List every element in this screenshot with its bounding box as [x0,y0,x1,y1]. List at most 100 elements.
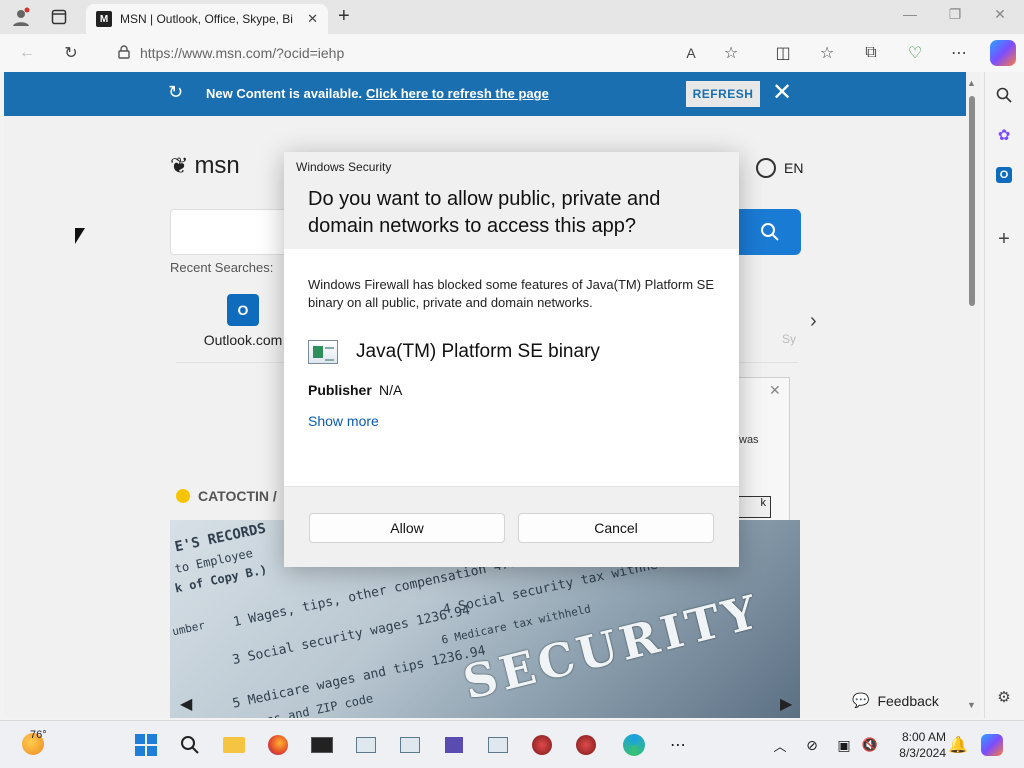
window-close-icon[interactable]: ✕ [988,6,1012,23]
background-dialog-close-icon[interactable]: ✕ [769,382,781,399]
taskbar-clock[interactable]: 8:00 AM 8/3/2024 [880,729,946,761]
tray-chevron-icon[interactable]: ︿ [766,731,794,759]
network-app-icon[interactable] [440,731,468,759]
edge-sidebar: ✿ O + ⚙ [984,72,1024,718]
cancel-button[interactable]: Cancel [518,513,714,543]
tab-title: MSN | Outlook, Office, Skype, Bi [120,12,293,26]
scroll-down-icon[interactable]: ▼ [967,700,976,710]
faded-tile-label[interactable]: Sy [782,332,796,346]
refresh-link[interactable]: Click here to refresh the page [366,86,549,101]
blocked-app-name: Java(TM) Platform SE binary [356,341,600,362]
feedback-icon: 💬 [852,692,870,708]
refresh-button[interactable]: REFRESH [686,81,760,107]
new-content-banner: ↻ New Content is available. Click here to… [4,72,966,116]
edge-icon[interactable] [620,731,648,759]
address-bar[interactable]: https://www.msn.com/?ocid=iehp [110,38,750,68]
weather-location-label: CATOCTIN / [198,488,277,504]
weather-temperature: 76° [30,729,47,741]
mouse-cursor [75,228,85,244]
start-button[interactable] [132,731,160,759]
globe-icon [756,158,776,178]
allow-button[interactable]: Allow [309,513,505,543]
split-screen-icon[interactable]: ◫ [772,42,794,64]
profile-icon[interactable] [10,6,32,28]
favorites-icon[interactable]: ☆ [816,42,838,64]
msn-logo[interactable]: ❦ msn [170,152,240,180]
url-text: https://www.msn.com/?ocid=iehp [140,45,345,61]
copilot-taskbar-icon[interactable] [978,731,1006,759]
back-icon[interactable]: ← [16,42,38,64]
tray-network-icon[interactable]: ⊘ [798,731,826,759]
file-explorer-icon[interactable] [220,731,248,759]
notifications-bell-icon[interactable]: 🔔 [944,731,972,759]
taskbar-search-icon[interactable] [176,731,204,759]
windows-taskbar: 76° ⋯ ︿ ⊘ ▣ 🔇 8:00 AM 8/3/2024 🔔 [0,720,1024,768]
banner-message: New Content is available. Click here to r… [206,86,549,101]
clock-date: 8/3/2024 [899,746,946,760]
hero-text: E'S RECORDS [173,520,268,556]
hero-next-icon[interactable]: ▶ [780,694,792,714]
msn-logo-text: msn [194,152,240,179]
refresh-icon: ↻ [168,82,184,102]
more-options-icon[interactable]: ⋯ [948,42,970,64]
sun-icon [176,489,190,503]
hero-text: umber [171,618,207,639]
dialog-body-text: Windows Firewall has blocked some featur… [308,277,715,310]
tiles-next-chevron-icon[interactable]: › [810,310,817,333]
app-window-icon[interactable] [484,731,512,759]
hero-prev-icon[interactable]: ◀ [180,694,192,714]
weather-location[interactable]: CATOCTIN / [176,488,277,504]
app-window-icon[interactable] [396,731,424,759]
address-toolbar: ← ↻ https://www.msn.com/?ocid=iehp A ☆ ◫… [0,34,1024,72]
language-selector[interactable]: EN [756,158,803,178]
copilot-icon[interactable] [990,40,1016,66]
read-aloud-icon[interactable]: A [680,42,702,64]
clock-time: 8:00 AM [901,730,946,744]
app-red-icon[interactable] [528,731,556,759]
tab-actions-icon[interactable] [48,6,70,28]
java-app-icon [308,340,338,364]
outlook-icon: O [227,294,259,326]
browser-essentials-icon[interactable]: ♡ [904,42,926,64]
reload-icon[interactable]: ↻ [60,42,82,64]
sidebar-search-icon[interactable] [993,84,1015,106]
feedback-button[interactable]: 💬 Feedback [846,690,945,711]
publisher-value: N/A [379,382,403,398]
windows-security-dialog: Windows Security Do you want to allow pu… [284,152,739,567]
scroll-up-icon[interactable]: ▲ [967,78,976,88]
taskbar-overflow-icon[interactable]: ⋯ [664,731,692,759]
favorite-star-icon[interactable]: ☆ [720,42,742,64]
sidebar-settings-icon[interactable]: ⚙ [993,686,1015,708]
show-more-link[interactable]: Show more [308,413,379,429]
restore-icon[interactable]: ❐ [943,6,967,23]
dialog-header: Windows Security Do you want to allow pu… [284,152,739,249]
banner-close-icon[interactable]: ✕ [772,78,792,107]
new-tab-icon[interactable]: + [338,5,350,28]
sidebar-outlook-icon[interactable]: O [993,164,1015,186]
firefox-icon[interactable] [264,731,292,759]
banner-text: New Content is available. [206,86,363,101]
app-window-icon[interactable] [352,731,380,759]
dialog-app-name: Windows Security [296,160,392,174]
msn-favicon-icon: M [96,11,112,27]
background-dialog: ✕ was k [731,377,790,521]
app-red-icon[interactable] [572,731,600,759]
minimize-icon[interactable]: — [898,6,922,22]
background-dialog-text: was [739,434,759,446]
browser-titlebar: M MSN | Outlook, Office, Skype, Bi ✕ + —… [0,0,1024,34]
terminal-icon[interactable] [308,731,336,759]
windows-logo-icon [135,734,157,756]
scroll-thumb[interactable] [969,96,975,306]
tab-close-icon[interactable]: ✕ [307,11,318,27]
sidebar-copilot-icon[interactable]: ✿ [993,124,1015,146]
recent-searches-label: Recent Searches: [170,260,274,275]
search-icon [761,223,779,241]
collections-icon[interactable]: ⧉ [860,42,882,64]
page-scrollbar[interactable]: ▲ ▼ [966,72,980,718]
sidebar-add-icon[interactable]: + [993,228,1015,250]
outlook-tile[interactable]: O Outlook.com [200,294,286,348]
browser-tab-msn[interactable]: M MSN | Outlook, Office, Skype, Bi ✕ [86,4,328,34]
tray-display-icon[interactable]: ▣ [830,731,858,759]
dialog-footer: Allow Cancel [284,486,739,567]
search-button[interactable] [739,209,801,255]
